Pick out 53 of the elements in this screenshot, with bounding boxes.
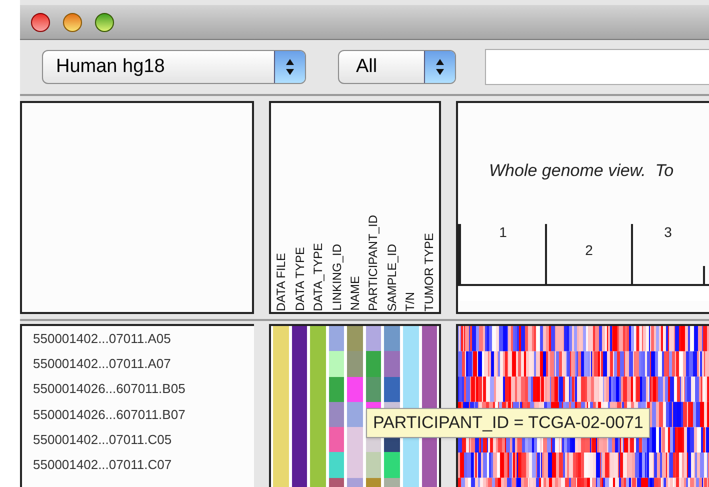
attribute-header[interactable]: DATA TYPE	[292, 246, 307, 311]
attribute-swatch[interactable]	[366, 376, 382, 402]
attribute-header[interactable]: TUMOR TYPE	[422, 232, 436, 311]
attribute-header[interactable]: T/N	[403, 292, 418, 311]
attribute-swatch[interactable]	[422, 326, 438, 352]
chromosome-label[interactable]: 3	[664, 224, 672, 240]
close-button[interactable]	[31, 12, 50, 32]
attribute-swatch[interactable]	[384, 452, 400, 478]
attribute-swatch[interactable]	[328, 452, 344, 478]
attribute-swatch[interactable]	[292, 326, 308, 352]
attribute-swatch[interactable]	[310, 326, 326, 352]
chromosome-dropdown[interactable]: All	[338, 50, 456, 84]
attribute-swatch[interactable]	[328, 402, 344, 428]
attribute-swatch[interactable]	[328, 351, 344, 377]
attribute-swatch[interactable]	[328, 376, 344, 402]
attribute-swatch[interactable]	[384, 326, 400, 352]
sample-name: 5500014026...607011.B05	[33, 380, 186, 398]
attribute-swatch[interactable]	[347, 376, 363, 402]
attribute-header[interactable]: LINKING_ID	[330, 244, 344, 311]
attribute-swatch[interactable]	[366, 351, 382, 377]
attribute-swatch[interactable]	[347, 402, 363, 428]
attribute-header[interactable]: DATA FILE	[274, 252, 288, 311]
minimize-button[interactable]	[63, 12, 82, 32]
attribute-swatch[interactable]	[347, 452, 363, 478]
attribute-swatch[interactable]	[347, 427, 363, 452]
attribute-swatch[interactable]	[384, 351, 400, 377]
tooltip: PARTICIPANT_ID = TCGA-02-0071	[366, 408, 650, 438]
stepper-icon	[424, 51, 455, 83]
chromosome-label[interactable]: 2	[585, 242, 593, 258]
attribute-swatch[interactable]	[347, 326, 363, 352]
attribute-header[interactable]: SAMPLE_ID	[384, 244, 399, 311]
stepper-icon	[274, 51, 305, 83]
genome-dropdown[interactable]: Human hg18	[42, 50, 306, 84]
attribute-swatch[interactable]	[328, 326, 344, 352]
sample-name: 550001402...07011.A05	[33, 330, 171, 348]
attribute-header[interactable]: NAME	[348, 276, 362, 311]
attribute-swatch[interactable]	[384, 376, 400, 402]
locus-field[interactable]	[485, 49, 709, 85]
ruler-message: Whole genome view. To	[489, 160, 674, 182]
attribute-header[interactable]: PARTICIPANT_ID	[366, 214, 380, 311]
attribute-swatch[interactable]	[347, 351, 363, 377]
sample-name: 550001402...07011.C07	[33, 456, 172, 474]
chromosome-label[interactable]: 1	[499, 224, 507, 240]
sample-name: 550001402...07011.C05	[33, 431, 172, 450]
attribute-swatch[interactable]	[402, 326, 418, 352]
sample-name: 550001402...07011.A07	[33, 355, 171, 374]
zoom-button[interactable]	[95, 12, 114, 32]
sample-name: 5500014026...607011.B07	[33, 406, 186, 424]
attribute-swatch[interactable]	[328, 427, 344, 452]
attribute-header[interactable]: DATA_TYPE	[311, 242, 326, 311]
attribute-swatch[interactable]	[366, 326, 382, 352]
attribute-swatch[interactable]	[366, 452, 382, 478]
attribute-swatch[interactable]	[273, 326, 289, 352]
